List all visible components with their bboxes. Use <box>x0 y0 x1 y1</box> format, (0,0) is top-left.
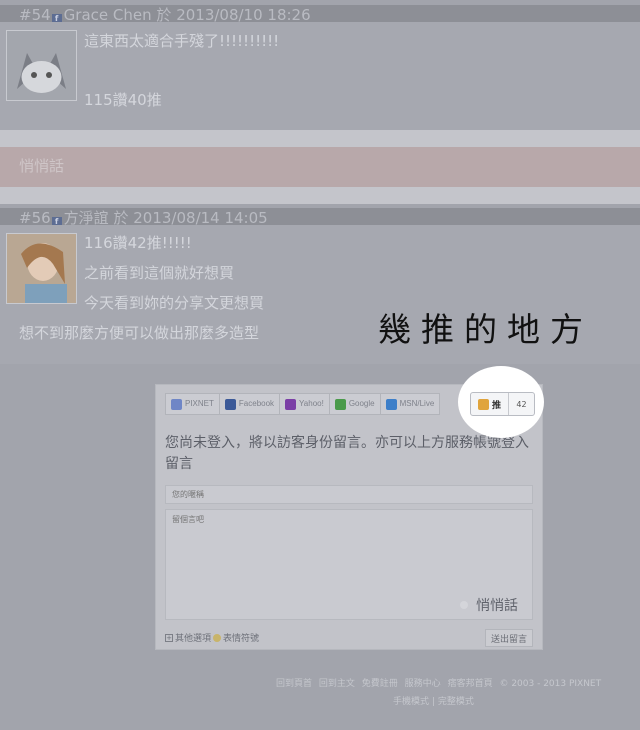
comment-text: 今天看到妳的分享文更想買 <box>84 294 265 312</box>
yahoo-icon <box>285 398 297 410</box>
portrait-photo-icon <box>7 234 76 303</box>
smiley-icon[interactable] <box>213 633 222 642</box>
login-yahoo-button[interactable]: Yahoo! <box>280 394 330 414</box>
facebook-icon <box>224 398 236 410</box>
secret-comment-bar: 悄悄話 <box>0 147 640 187</box>
nickname-input[interactable] <box>165 485 533 504</box>
comment-text: 想不到那麼方便可以做出那麼多造型 <box>19 324 260 342</box>
page: #54 f Grace Chen 於 2013/08/10 18:26 這東西太適合… <box>0 0 640 730</box>
push-button[interactable]: 推 42 <box>470 392 535 416</box>
full-mode-link[interactable]: 完整模式 <box>438 697 474 707</box>
divider <box>0 187 640 204</box>
footer-modes: 手機模式 | 完整模式 <box>393 694 474 707</box>
login-msn-button[interactable]: MSN/Live <box>381 394 440 414</box>
form-options: + 其他選項 表情符號 <box>165 631 259 644</box>
secret-option[interactable]: 悄悄話 <box>460 595 518 615</box>
footer-link-service[interactable]: 服務中心 <box>405 679 441 689</box>
divider <box>0 130 640 147</box>
login-services-bar: PIXNET Facebook Yahoo! Google MSN/Live <box>165 393 441 415</box>
footer-link-home[interactable]: 痞客邦首頁 <box>448 679 493 689</box>
thumbs-up-icon <box>477 398 489 410</box>
mobile-mode-link[interactable]: 手機模式 <box>393 697 429 707</box>
google-icon <box>334 398 346 410</box>
cat-photo-icon <box>7 31 76 100</box>
comment-text: 116讚42推!!!!! <box>84 234 192 252</box>
plus-icon[interactable]: + <box>165 633 173 642</box>
push-count: 42 <box>516 399 527 409</box>
secret-radio[interactable] <box>460 601 468 609</box>
comment-text: 115讚40推 <box>84 91 162 109</box>
submit-comment-button[interactable]: 送出留言 <box>485 629 533 647</box>
other-options-link[interactable]: 其他選項 <box>175 631 211 644</box>
footer-link-register[interactable]: 免費註冊 <box>362 679 398 689</box>
push-label: 推 <box>491 400 501 411</box>
login-google-button[interactable]: Google <box>330 394 381 414</box>
footer-link-top[interactable]: 回到頁首 <box>276 679 312 689</box>
pixnet-icon <box>171 398 182 410</box>
comment-text: 這東西太適合手殘了!!!!!!!!!! <box>84 32 280 50</box>
login-pixnet-button[interactable]: PIXNET <box>166 394 220 414</box>
emoticons-link[interactable]: 表情符號 <box>223 631 259 644</box>
avatar[interactable] <box>6 30 77 101</box>
guest-login-hint: 您尚未登入，將以訪客身份留言。亦可以上方服務帳號登入留言 <box>165 435 529 472</box>
login-facebook-button[interactable]: Facebook <box>220 394 281 414</box>
footer-copyright: © 2003 - 2013 PIXNET <box>499 679 602 689</box>
secret-option-label: 悄悄話 <box>476 598 518 614</box>
footer-link-main[interactable]: 回到主文 <box>319 679 355 689</box>
avatar[interactable] <box>6 233 77 304</box>
footer-links: 回到頁首 回到主文 免費註冊 服務中心 痞客邦首頁 © 2003 - 2013 … <box>276 676 605 689</box>
comment-text: 之前看到這個就好想買 <box>84 264 235 282</box>
msn-icon <box>385 398 397 410</box>
handwritten-annotation: 幾推的地方 <box>378 310 593 349</box>
footer-separator: | <box>431 697 435 707</box>
